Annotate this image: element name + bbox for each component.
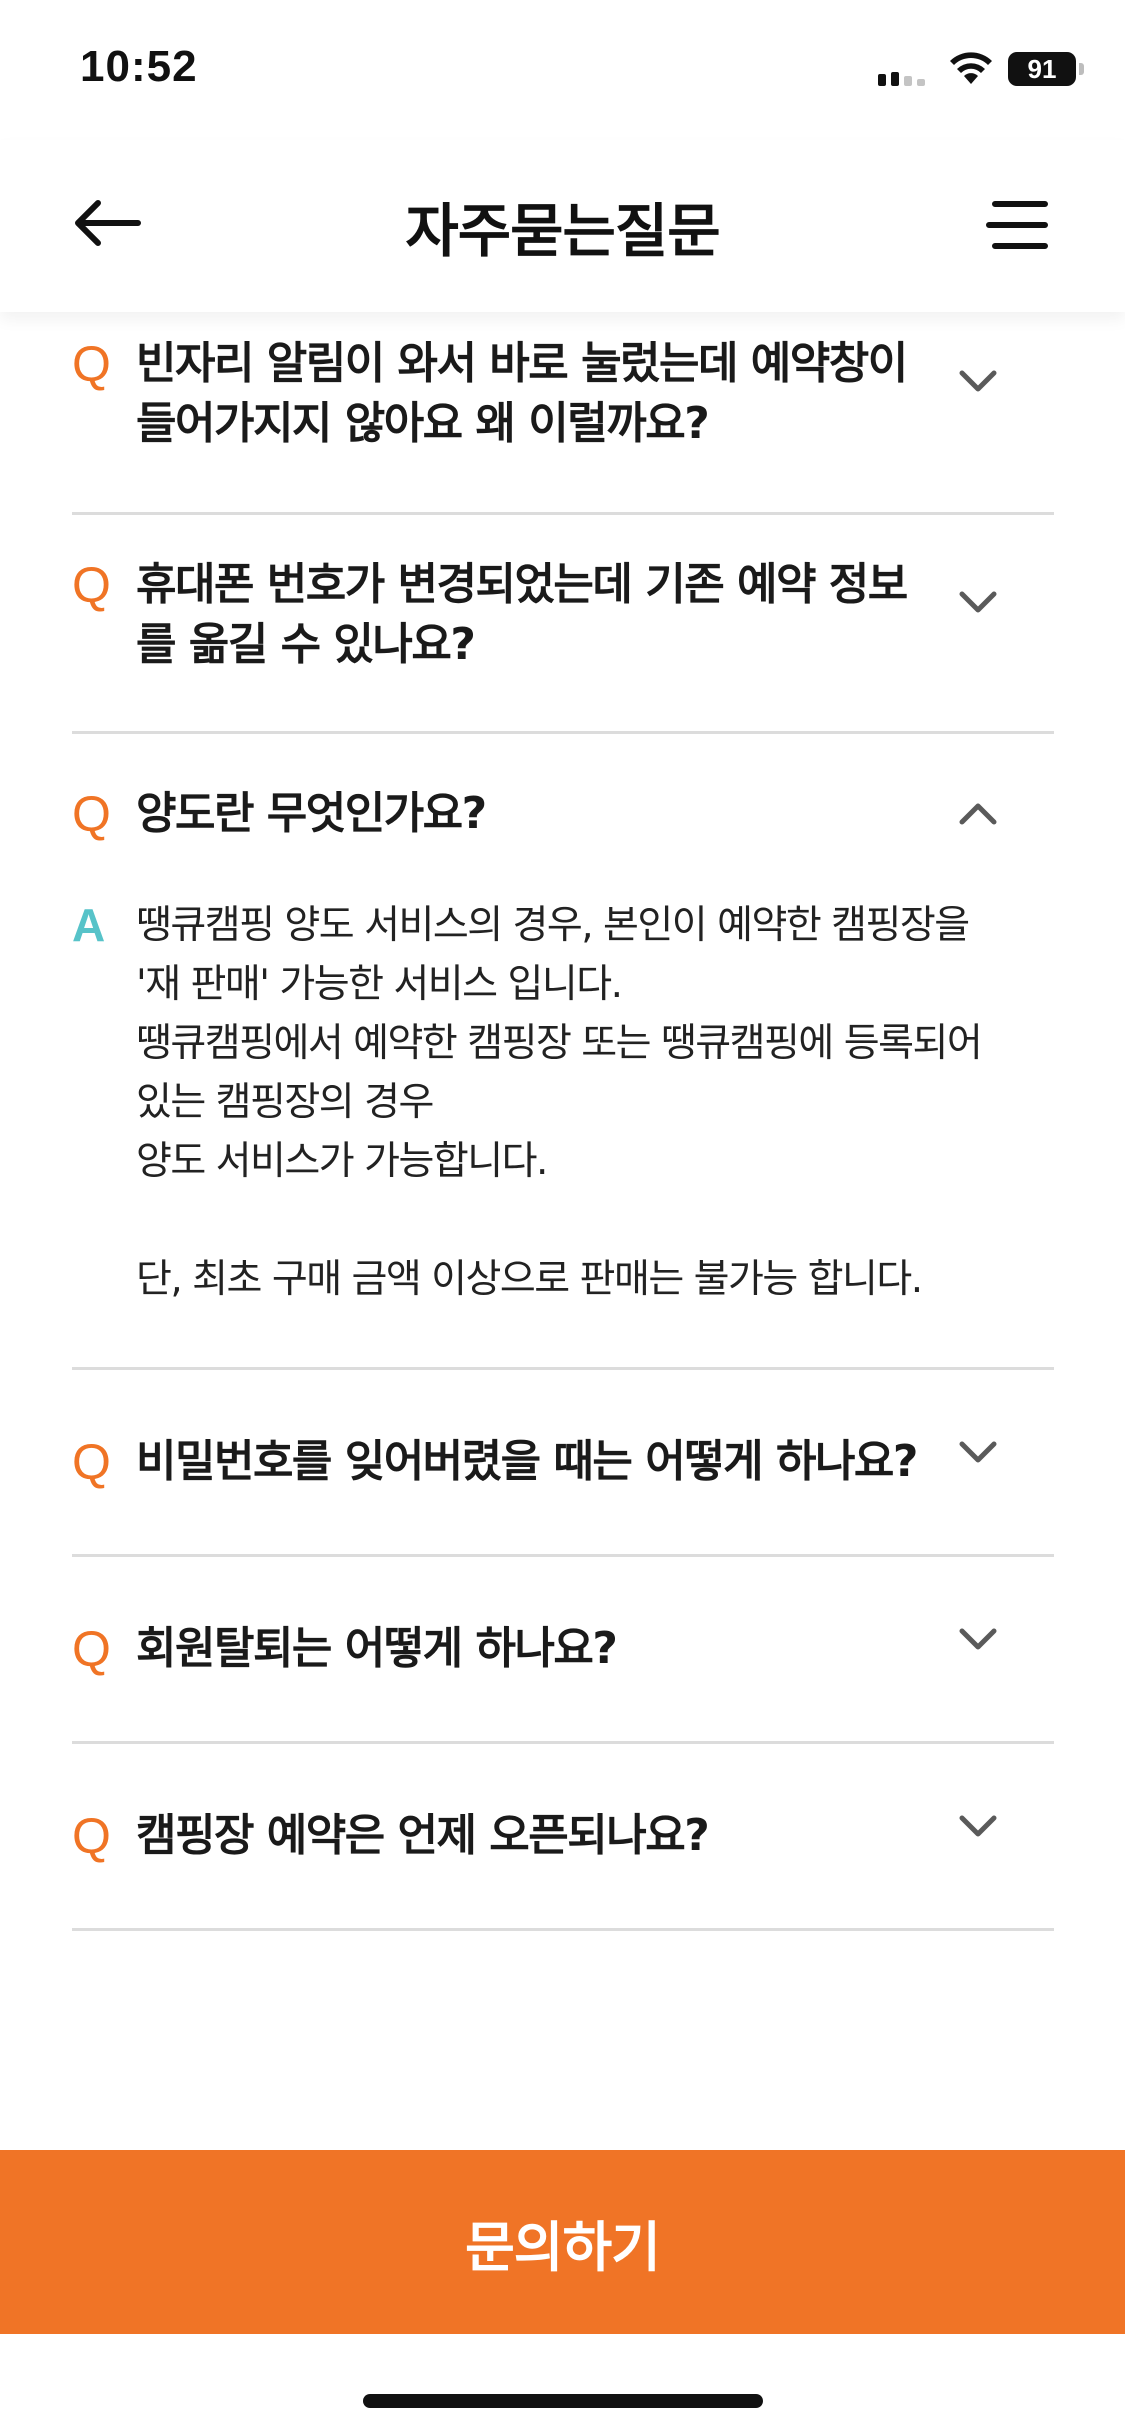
signal-icon bbox=[878, 72, 925, 86]
question-mark: Q bbox=[72, 1434, 111, 1490]
faq-screen: 10:52 91 자주묻는질문 Q 빈자리 알림이 와서 바로 눌렀는데 예약창… bbox=[0, 0, 1125, 2436]
battery-tip bbox=[1079, 63, 1084, 75]
status-time: 10:52 bbox=[80, 42, 198, 91]
battery-icon: 91 bbox=[1008, 52, 1084, 86]
question-text: 휴대폰 번호가 변경되었는데 기존 예약 정보를 옮길 수 있나요? bbox=[136, 559, 908, 670]
faq-question-row[interactable]: Q 캠핑장 예약은 언제 오픈되나요? bbox=[72, 1744, 1054, 1928]
question-mark: Q bbox=[72, 1621, 111, 1677]
faq-question-row[interactable]: Q 휴대폰 번호가 변경되었는데 기존 예약 정보를 옮길 수 있나요? bbox=[72, 515, 1054, 731]
chevron-down-icon[interactable] bbox=[958, 369, 998, 393]
chevron-down-icon[interactable] bbox=[958, 1814, 998, 1838]
answer-text: 땡큐캠핑 양도 서비스의 경우, 본인이 예약한 캠핑장을 '재 판매' 가능한… bbox=[136, 903, 983, 1302]
nav-bar: 자주묻는질문 bbox=[0, 140, 1125, 312]
page-title: 자주묻는질문 bbox=[405, 197, 720, 265]
faq-question-row[interactable]: Q 양도란 무엇인가요? bbox=[72, 734, 1054, 866]
question-mark: Q bbox=[72, 1808, 111, 1864]
faq-item: Q 회원탈퇴는 어떻게 하나요? bbox=[72, 1557, 1054, 1744]
home-indicator[interactable] bbox=[363, 2394, 763, 2408]
wifi-icon bbox=[950, 52, 992, 84]
question-mark: Q bbox=[72, 786, 111, 842]
status-bar: 10:52 91 bbox=[0, 0, 1125, 140]
faq-question-row[interactable]: Q 빈자리 알림이 와서 바로 눌렀는데 예약창이 들어가지지 않아요 왜 이럴… bbox=[72, 312, 1054, 512]
faq-answer: A 땡큐캠핑 양도 서비스의 경우, 본인이 예약한 캠핑장을 '재 판매' 가… bbox=[72, 866, 1054, 1367]
faq-item: Q 캠핑장 예약은 언제 오픈되나요? bbox=[72, 1744, 1054, 1931]
battery-level: 91 bbox=[1008, 52, 1076, 86]
answer-mark: A bbox=[72, 899, 106, 951]
chevron-down-icon[interactable] bbox=[958, 590, 998, 614]
faq-question-row[interactable]: Q 비밀번호를 잊어버렸을 때는 어떻게 하나요? bbox=[72, 1370, 1054, 1554]
faq-item: Q 빈자리 알림이 와서 바로 눌렀는데 예약창이 들어가지지 않아요 왜 이럴… bbox=[72, 312, 1054, 515]
chevron-up-icon[interactable] bbox=[958, 802, 998, 826]
question-mark: Q bbox=[72, 557, 111, 613]
faq-item: Q 비밀번호를 잊어버렸을 때는 어떻게 하나요? bbox=[72, 1370, 1054, 1557]
faq-question-row[interactable]: Q 회원탈퇴는 어떻게 하나요? bbox=[72, 1557, 1054, 1741]
question-text: 비밀번호를 잊어버렸을 때는 어떻게 하나요? bbox=[136, 1436, 918, 1487]
question-text: 회원탈퇴는 어떻게 하나요? bbox=[136, 1623, 618, 1674]
faq-list: Q 빈자리 알림이 와서 바로 눌렀는데 예약창이 들어가지지 않아요 왜 이럴… bbox=[72, 312, 1054, 1931]
chevron-down-icon[interactable] bbox=[958, 1440, 998, 1464]
inquiry-button[interactable]: 문의하기 bbox=[0, 2150, 1125, 2334]
faq-item: Q 휴대폰 번호가 변경되었는데 기존 예약 정보를 옮길 수 있나요? bbox=[72, 515, 1054, 734]
faq-item-expanded: Q 양도란 무엇인가요? A 땡큐캠핑 양도 서비스의 경우, 본인이 예약한 … bbox=[72, 734, 1054, 1370]
question-mark: Q bbox=[72, 336, 111, 392]
question-text: 양도란 무엇인가요? bbox=[136, 788, 487, 839]
menu-icon[interactable] bbox=[985, 198, 1050, 252]
question-text: 캠핑장 예약은 언제 오픈되나요? bbox=[136, 1810, 710, 1861]
chevron-down-icon[interactable] bbox=[958, 1627, 998, 1651]
question-text: 빈자리 알림이 와서 바로 눌렀는데 예약창이 들어가지지 않아요 왜 이럴까요… bbox=[136, 338, 908, 449]
